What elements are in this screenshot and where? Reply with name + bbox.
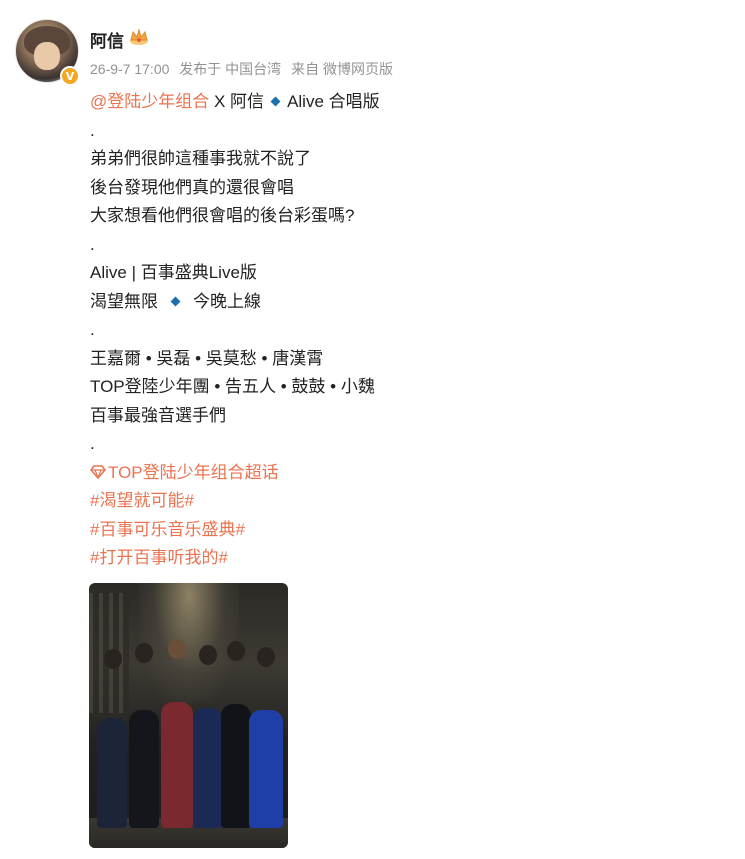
post-location: 发布于 中国台湾 <box>179 61 282 77</box>
post-line: 百事最強音選手們 <box>90 405 226 425</box>
post-text: 渴望無限 <box>90 291 158 311</box>
photo-person-head <box>104 649 122 669</box>
post-line: 王嘉爾 • 吳磊 • 吳莫愁 • 唐漢霄 <box>90 348 324 368</box>
hashtag-link[interactable]: #渴望就可能# <box>90 491 194 510</box>
supertopic-link[interactable]: TOP登陆少年组合超话 <box>90 459 380 488</box>
diamond-icon <box>270 96 281 107</box>
post-line: . <box>90 234 95 254</box>
post-text: X 阿信 <box>209 92 265 111</box>
photo-person-head <box>227 641 245 661</box>
post-date[interactable]: 26-9-7 17:00 <box>90 61 169 77</box>
photo-person <box>221 704 251 828</box>
post-source: 来自 微博网页版 <box>291 61 393 77</box>
photo-person <box>249 710 283 828</box>
photo-person-head <box>168 639 186 659</box>
photo-person <box>129 710 159 828</box>
post-meta: 26-9-7 17:00 发布于 中国台湾 来自 微博网页版 <box>90 59 399 79</box>
hashtag-line: #百事可乐音乐盛典# <box>90 516 380 545</box>
post-body: @登陆少年组合 X 阿信 Alive 合唱版 . 弟弟們很帥這種事我就不說了 後台… <box>90 88 380 573</box>
post-photo[interactable] <box>89 583 288 848</box>
post-line: . <box>90 434 95 453</box>
photo-person <box>193 708 223 828</box>
post-line: 渴望無限 今晚上線 <box>90 288 380 317</box>
verified-badge: V <box>60 66 80 86</box>
post-line: 弟弟們很帥這種事我就不說了 <box>90 149 311 168</box>
post-line: . <box>90 120 95 140</box>
post-line: 大家想看他們很會唱的後台彩蛋嗎? <box>90 206 355 225</box>
crown-icon <box>130 28 148 45</box>
post-text: 今晚上線 <box>193 291 261 311</box>
hashtag-line: #渴望就可能# <box>90 487 380 516</box>
photo-person <box>161 702 193 828</box>
post-line: 後台發現他們真的還很會唱 <box>90 177 294 197</box>
author-name[interactable]: 阿信 <box>90 27 124 52</box>
hashtag-link[interactable]: #百事可乐音乐盛典# <box>90 520 245 539</box>
hashtag-line: #打开百事听我的# <box>90 544 380 573</box>
hashtag-link[interactable]: #打开百事听我的# <box>90 548 228 567</box>
post-line: TOP登陸少年團 • 告五人 • 鼓鼓 • 小魏 <box>90 377 375 396</box>
photo-person <box>97 718 127 828</box>
avatar-face <box>34 42 60 70</box>
post-line: . <box>90 320 95 339</box>
post-line: Alive | 百事盛典Live版 <box>90 263 257 282</box>
photo-person-head <box>257 647 275 667</box>
photo-light <box>139 583 239 703</box>
supertopic-gem-icon <box>90 464 106 479</box>
mention-link[interactable]: @登陆少年组合 <box>90 92 209 111</box>
post-line: @登陆少年组合 X 阿信 Alive 合唱版 <box>90 88 380 117</box>
post-text: Alive 合唱版 <box>287 92 380 111</box>
photo-person-head <box>199 645 217 665</box>
diamond-icon <box>170 296 181 306</box>
photo-person-head <box>135 643 153 663</box>
supertopic-label[interactable]: TOP登陆少年组合超话 <box>108 463 279 482</box>
